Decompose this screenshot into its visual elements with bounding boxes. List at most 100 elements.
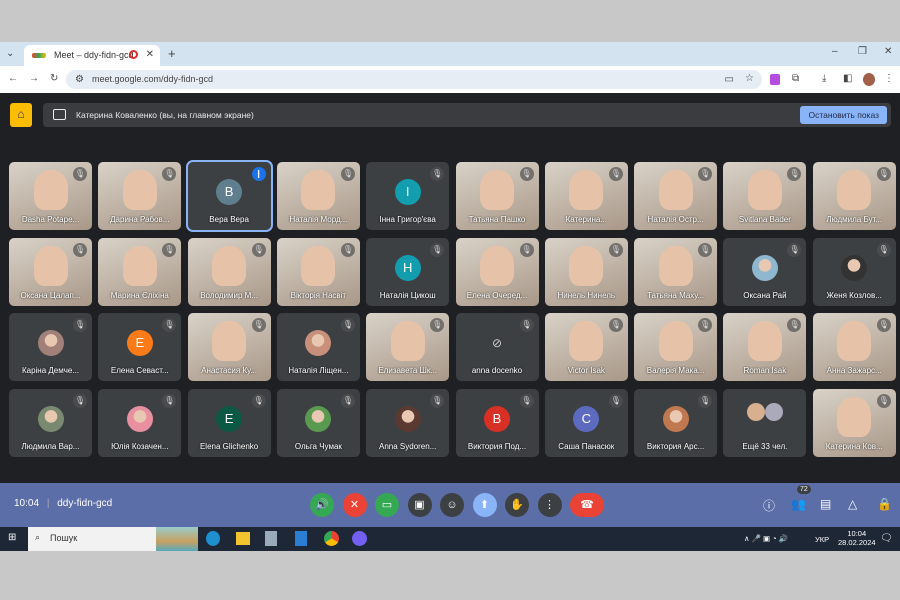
language-indicator[interactable]: УКР [815,535,829,544]
photos-icon[interactable] [295,531,307,546]
participant-tile[interactable]: Ещё 33 чел. [723,388,807,457]
participant-tile[interactable]: 🎙 Анастасия Ку... [187,313,271,381]
participant-name: Наталія Остр... [647,215,704,224]
download-icon[interactable]: ⤓ [822,73,826,84]
leave-call-button[interactable]: ☎ [570,493,604,517]
participant-tile[interactable]: 🎙 Володимир М... [187,237,271,306]
participant-tile[interactable]: 🎙 Людмила Вар... [9,388,92,457]
participant-tile[interactable]: 🎙 Елена Очеред... [455,237,539,306]
participant-tile[interactable]: 🎙 Наталія Остр... [634,162,718,230]
speaker-button[interactable]: 🔊 [310,493,334,517]
camera-off-icon: ⊘ [491,336,503,350]
muted-mic-icon: 🎙 [162,167,177,181]
participant-tile[interactable]: 🎙 Катерина... [544,162,628,230]
more-options-button[interactable]: ⋮ [537,493,562,517]
participant-tile[interactable]: 🎙 Наталія Морд... [276,162,360,230]
muted-mic-icon: 🎙 [162,318,177,332]
participant-tile[interactable]: 🎙 Татьяна Пашко [455,162,539,230]
participant-tile[interactable]: 🎙 Ольга Чумак [276,388,360,457]
microphone-icon: ✕ [349,499,360,511]
file-explorer-icon[interactable] [236,532,250,545]
forward-icon[interactable]: → [29,73,39,84]
participant-tile[interactable]: B ❙ Вера Вера [185,160,273,232]
captions-button[interactable]: ▣ [407,493,432,517]
participant-tile[interactable]: C 🎙 Саша Панасюк [544,388,628,457]
taskbar-clock[interactable]: 10:04 28.02.2024 [838,529,876,547]
presentation-text: Катерина Коваленко (вы, на главном экран… [76,110,254,120]
extensions-puzzle-icon[interactable]: ⧉ [792,73,799,84]
chat-icon[interactable]: ▤ [820,497,831,511]
participant-tile[interactable]: 🎙 Victor Isak [544,313,628,381]
microphone-button[interactable]: ✕ [342,493,367,517]
taskbar-search-input[interactable]: ⌕ Пошук [28,527,198,551]
meeting-info-icon[interactable]: ⓘ [763,497,775,514]
windows-start-icon[interactable]: ⊞ [8,532,16,543]
tray-chevron-icon[interactable]: ∧ 🎤 ▣ ◔ 🔊 [744,534,788,543]
back-icon[interactable]: ← [8,73,18,84]
reload-icon[interactable]: ↻ [50,73,58,84]
meet-logo-icon[interactable]: ⌂ [10,103,32,127]
participant-tile[interactable]: 🎙 Валерія Мака... [634,313,718,381]
clock-date: 28.02.2024 [838,538,876,547]
maximize-button[interactable]: ❐ [858,46,867,57]
muted-mic-icon: 🎙 [73,318,87,332]
participant-tile[interactable]: 🎙 Татьяна Маху... [634,237,718,306]
tab-list-icon[interactable]: ⌄ [6,48,14,59]
search-placeholder: Пошук [50,533,78,543]
participant-tile[interactable]: 🎙 Марина Єліхіна [98,237,182,306]
participant-tile[interactable]: 🎙 Катерина Ков... [812,388,896,457]
side-panel-icon[interactable]: ◧ [843,73,852,84]
menu-icon[interactable]: ⋮ [884,73,894,84]
muted-mic-icon: 🎙 [698,318,713,332]
participant-tile[interactable]: 🎙 Вікторія Насвіт [276,237,360,306]
activities-icon[interactable]: △ [848,497,857,511]
present-screen-button[interactable]: ⬆ [472,493,497,517]
participant-tile[interactable]: 🎙 Елизавета Шк... [366,313,450,381]
chrome-icon[interactable] [324,531,339,546]
new-tab-button[interactable]: + [168,46,176,61]
participant-tile[interactable]: 🎙 Svitlana Bader [723,162,807,230]
bookmark-star-icon[interactable]: ☆ [745,73,754,84]
participant-tile[interactable]: ⊘ 🎙 anna docenko [455,313,539,381]
browser-tab[interactable]: Meet – ddy-fidn-gcd ✕ [24,45,160,66]
participant-tile[interactable]: 🎙 Дарина Рабов... [98,162,182,230]
participant-tile[interactable]: 🎙 Каріна Демче... [9,313,92,381]
app-icon[interactable] [265,531,277,546]
muted-mic-icon: 🎙 [73,167,87,181]
site-settings-icon[interactable]: ⚙ [75,74,84,85]
participant-tile[interactable]: 🎙 Нинель Нинель [544,237,628,306]
reactions-button[interactable]: ☺ [440,493,464,517]
raise-hand-button[interactable]: ✋ [505,493,529,517]
participant-tile[interactable]: 🎙 Людмила Бут... [812,162,896,230]
participant-tile[interactable]: 🎙 Dasha Potape... [9,162,92,230]
participant-tile[interactable]: H 🎙 Наталія Цикош [366,237,450,306]
participant-tile[interactable]: 🎙 Оксана Цалап... [9,237,92,306]
camera-icon[interactable]: ▭ [725,74,734,85]
stop-presenting-button[interactable]: Остановить показ [800,106,887,124]
minimize-button[interactable]: – [832,46,838,57]
notifications-icon[interactable]: 🗨 [880,533,893,544]
close-tab-icon[interactable]: ✕ [146,49,154,60]
camera-button[interactable]: ▭ [375,493,399,517]
participant-tile[interactable]: 🎙 Анна Зажарс... [812,313,896,381]
participant-tile[interactable]: 🎙 Виктория Арс... [634,388,718,457]
extension-icon[interactable] [770,74,780,85]
participant-tile[interactable]: E 🎙 Elena Glichenko [187,388,271,457]
participant-tile[interactable]: 🎙 Оксана Рай [723,237,807,306]
muted-mic-icon: 🎙 [787,242,802,257]
participant-tile[interactable]: 🎙 Roman Isak [723,313,807,381]
participant-tile[interactable]: E 🎙 Елена Севаст... [98,313,182,381]
url-input[interactable]: ⚙ meet.google.com/ddy-fidn-gcd ▭ ☆ [66,70,762,89]
host-controls-lock-icon[interactable]: 🔒 [877,497,892,511]
participant-tile[interactable]: 🎙 Женя Козлов... [812,237,896,306]
participants-icon[interactable]: 👥 [791,497,806,511]
participant-tile[interactable]: I 🎙 Інна Григор'єва [366,162,450,230]
profile-avatar[interactable] [863,73,875,86]
viber-icon[interactable] [352,531,367,546]
participant-tile[interactable]: 🎙 Юлія Козачен... [98,388,182,457]
edge-icon[interactable] [206,531,220,546]
participant-tile[interactable]: 🎙 Наталія Ліщен... [276,313,360,381]
participant-tile[interactable]: B 🎙 Виктория Под... [455,388,539,457]
close-window-button[interactable]: ✕ [884,46,892,57]
participant-tile[interactable]: 🎙 Anna Sydoren... [366,388,450,457]
